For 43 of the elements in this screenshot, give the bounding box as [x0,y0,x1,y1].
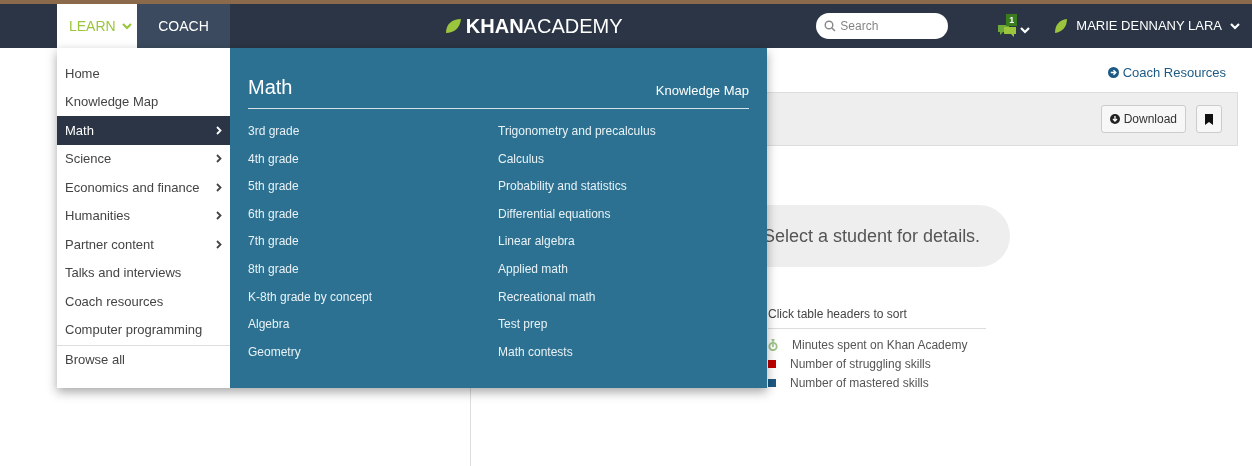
submenu-link[interactable]: Algebra [248,315,290,343]
download-button[interactable]: Download [1100,105,1186,133]
menu-item[interactable]: Knowledge Map [57,87,230,116]
submenu-link[interactable]: Linear algebra [498,232,575,260]
submenu-link[interactable]: Trigonometry and precalculus [498,122,656,150]
menu-item[interactable]: Browse all [57,346,230,374]
legend-label: Number of struggling skills [790,355,931,373]
menu-item[interactable]: Computer programming [57,315,230,344]
menu-item[interactable]: Coach resources [57,287,230,316]
notifications-button[interactable]: 1 [998,14,1033,38]
logo[interactable]: KHANACADEMY [443,11,623,41]
coach-resources-link[interactable]: Coach Resources [1107,63,1226,83]
submenu-link[interactable]: Applied math [498,259,569,288]
submenu-link[interactable]: 6th grade [248,204,299,233]
submenu-link[interactable]: Test prep [498,315,548,343]
menu-item[interactable]: Science [57,144,230,173]
legend-label: Minutes spent on Khan Academy [792,336,968,354]
submenu-link[interactable]: Probability and statistics [498,177,627,205]
notification-badge: 1 [1006,14,1018,26]
submenu-link[interactable]: 5th grade [248,177,299,205]
submenu-link[interactable]: Math contests [498,342,573,371]
knowledge-map-link[interactable]: Knowledge Map [655,80,749,102]
legend-label: Number of mastered skills [790,374,929,392]
submenu-link[interactable]: K-8th grade by concept [248,287,373,316]
search-field[interactable]: Search [816,13,949,39]
submenu-title: Math [248,75,293,100]
legend-title: Click table headers to sort [768,305,986,329]
submenu-link[interactable]: 7th grade [248,232,299,260]
menu-item[interactable]: Partner content [57,230,230,259]
menu-item[interactable]: Economics and finance [57,173,230,202]
nav-tab[interactable]: COACH [137,4,230,48]
submenu-link[interactable]: Differential equations [498,204,611,233]
submenu-link[interactable]: Recreational math [498,287,596,316]
submenu-link[interactable]: Geometry [248,342,301,371]
submenu-link[interactable]: 3rd grade [248,122,300,150]
menu-item[interactable]: Home [57,59,230,88]
submenu-link[interactable]: 8th grade [248,259,299,288]
menu-item[interactable]: Talks and interviews [57,258,230,287]
menu-item[interactable]: Math [57,116,230,145]
submenu-link[interactable]: 4th grade [248,149,299,178]
menu-item[interactable]: Humanities [57,201,230,230]
submenu-link[interactable]: Calculus [498,149,545,178]
user-menu[interactable]: MARIE DENNANY LARA [1054,16,1240,36]
